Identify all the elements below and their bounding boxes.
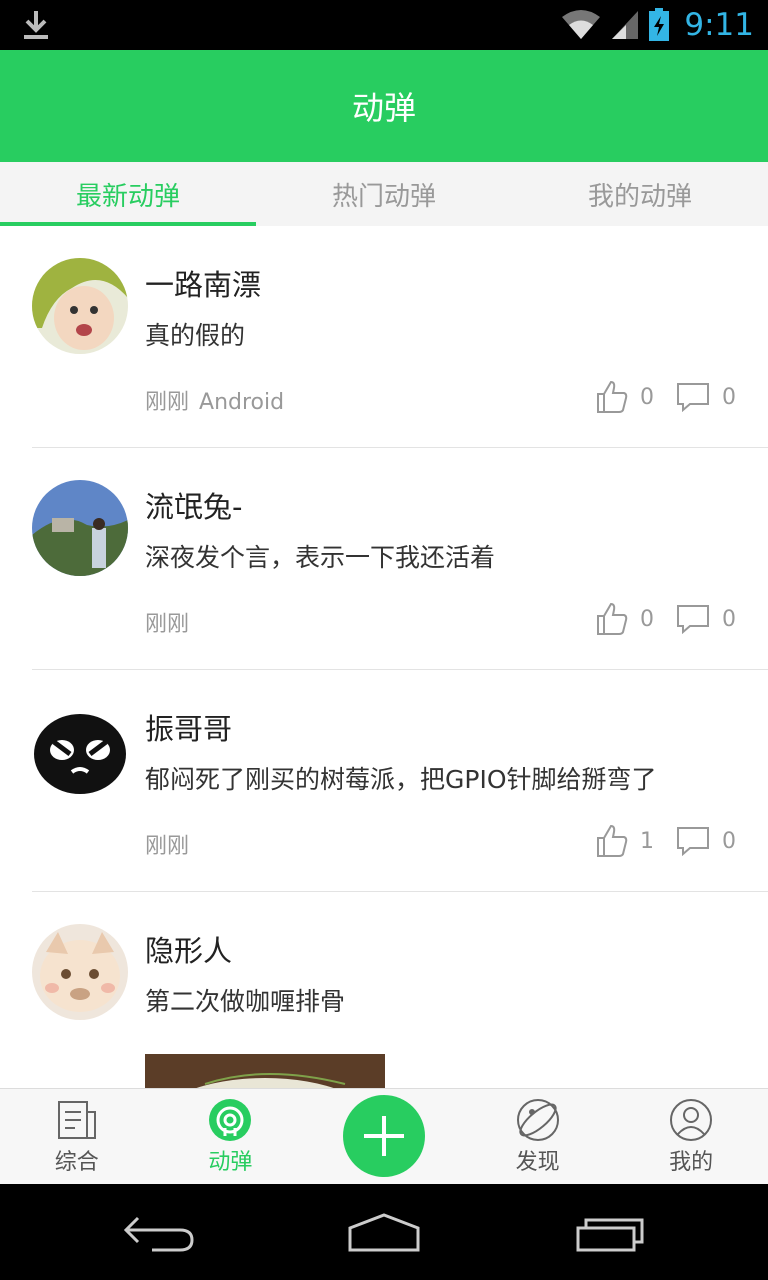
tweet-actions: 0 0 <box>596 602 736 636</box>
list-item[interactable]: 一路南漂 真的假的 刚刚 Android 0 0 <box>32 226 768 448</box>
post-time: 刚刚 <box>145 834 190 859</box>
tweet-content: 真的假的 <box>145 321 246 350</box>
status-bar: 9:11 <box>0 0 768 50</box>
nav-item-tweets[interactable]: 动弹 <box>154 1089 308 1184</box>
comment-count: 0 <box>722 828 736 854</box>
tweet-meta: 刚刚 <box>145 606 189 638</box>
post-source: Android <box>199 390 285 415</box>
like-icon[interactable] <box>596 602 628 636</box>
tweet-actions: 1 0 <box>596 824 736 858</box>
comment-icon[interactable] <box>676 604 710 634</box>
avatar[interactable] <box>32 924 128 1020</box>
like-count: 0 <box>640 384 654 410</box>
clock: 9:11 <box>684 7 754 43</box>
tab-bar: 最新动弹 热门动弹 我的动弹 <box>0 162 768 226</box>
app-bar: 动弹 <box>0 50 768 162</box>
tab-latest[interactable]: 最新动弹 <box>0 162 256 226</box>
tab-mine[interactable]: 我的动弹 <box>512 162 768 226</box>
page-title: 动弹 <box>351 89 416 127</box>
avatar[interactable] <box>32 480 128 576</box>
wifi-icon <box>562 10 601 39</box>
nav-item-comprehensive[interactable]: 综合 <box>0 1089 154 1184</box>
author-name[interactable]: 振哥哥 <box>145 706 232 748</box>
like-count: 1 <box>640 828 654 854</box>
comment-icon[interactable] <box>676 826 710 856</box>
comment-icon[interactable] <box>676 382 710 412</box>
post-image[interactable] <box>145 1054 385 1088</box>
comment-count: 0 <box>722 606 736 632</box>
post-time: 刚刚 <box>145 390 190 415</box>
nav-item-mine[interactable]: 我的 <box>614 1089 768 1184</box>
tweet-actions: 0 0 <box>596 380 736 414</box>
tweet-icon <box>209 1099 252 1141</box>
tweet-meta: 刚刚 Android <box>145 384 284 416</box>
recents-icon[interactable] <box>574 1214 646 1254</box>
nav-label: 发现 <box>515 1150 560 1175</box>
list-item[interactable]: 隐形人 第二次做咖喱排骨 <box>32 892 768 1088</box>
signal-icon <box>612 11 639 39</box>
tweet-content: 深夜发个言，表示一下我还活着 <box>145 543 496 572</box>
author-name[interactable]: 隐形人 <box>145 928 232 970</box>
compose-button[interactable] <box>343 1095 426 1177</box>
nav-label: 动弹 <box>208 1150 253 1175</box>
battery-icon <box>649 8 670 41</box>
nav-label: 综合 <box>54 1150 99 1175</box>
nav-label: 我的 <box>669 1150 714 1175</box>
post-time: 刚刚 <box>145 612 190 637</box>
news-icon <box>57 1101 96 1139</box>
like-count: 0 <box>640 606 654 632</box>
plus-icon <box>364 1116 405 1156</box>
tweet-content: 第二次做咖喱排骨 <box>145 987 346 1016</box>
list-item[interactable]: 流氓兔- 深夜发个言，表示一下我还活着 刚刚 0 0 <box>32 448 768 670</box>
comment-count: 0 <box>722 384 736 410</box>
planet-icon <box>516 1099 559 1141</box>
avatar[interactable] <box>32 702 128 798</box>
back-icon[interactable] <box>122 1214 196 1254</box>
like-icon[interactable] <box>596 380 628 414</box>
like-icon[interactable] <box>596 824 628 858</box>
tweet-meta: 刚刚 <box>145 828 189 860</box>
author-name[interactable]: 流氓兔- <box>145 484 242 526</box>
author-name[interactable]: 一路南漂 <box>145 262 261 304</box>
avatar[interactable] <box>32 258 128 354</box>
home-icon[interactable] <box>346 1212 422 1254</box>
list-item[interactable]: 振哥哥 郁闷死了刚买的树莓派，把GPIO针脚给掰弯了 刚刚 1 0 <box>32 670 768 892</box>
tweet-content: 郁闷死了刚买的树莓派，把GPIO针脚给掰弯了 <box>145 765 657 794</box>
bottom-nav: 综合 动弹 发现 我的 <box>0 1088 768 1184</box>
fab-container <box>307 1089 461 1184</box>
download-icon <box>24 11 48 39</box>
system-nav-bar <box>0 1184 768 1280</box>
user-icon <box>670 1099 713 1141</box>
tweet-feed[interactable]: 一路南漂 真的假的 刚刚 Android 0 0 流氓兔- 深夜发个言，表示一下我… <box>0 226 768 1088</box>
tab-hot[interactable]: 热门动弹 <box>256 162 512 226</box>
nav-item-discover[interactable]: 发现 <box>461 1089 615 1184</box>
